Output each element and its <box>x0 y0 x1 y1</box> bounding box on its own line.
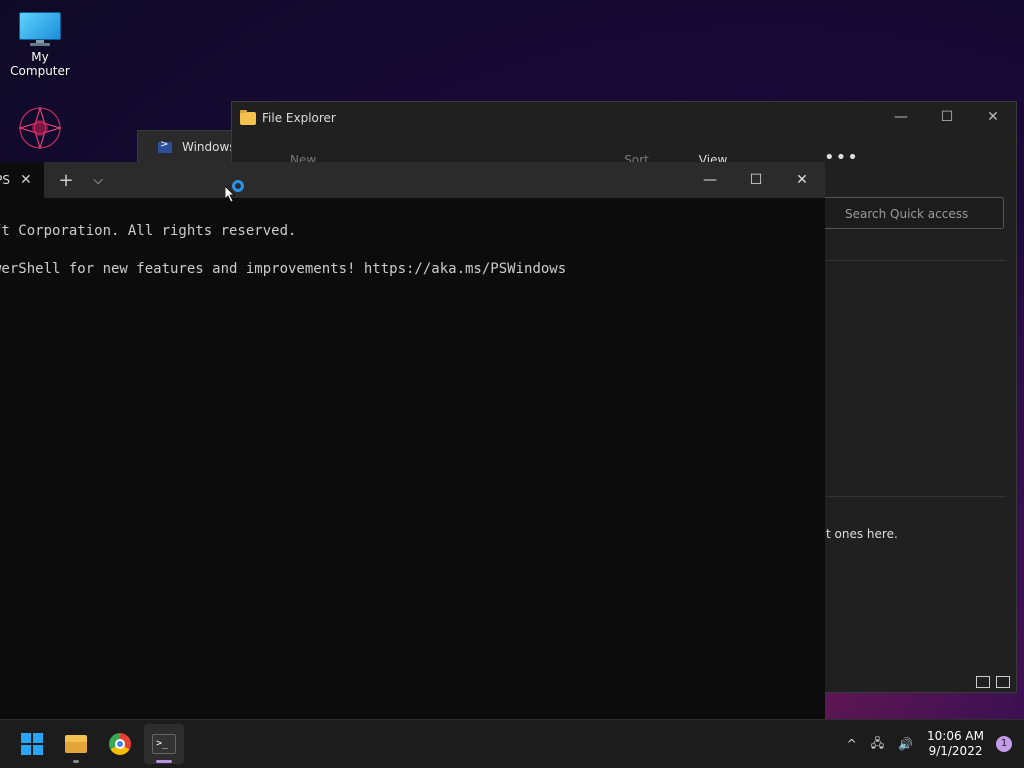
terminal-peek-label: Windows <box>182 140 236 154</box>
maximize-button[interactable]: ☐ <box>924 102 970 132</box>
powershell-icon <box>158 139 172 153</box>
notification-badge[interactable]: 1 <box>996 736 1012 752</box>
tab-label: PS <box>0 173 10 187</box>
active-indicator <box>156 760 172 763</box>
taskbar-terminal[interactable]: >_ <box>144 724 184 764</box>
desktop-icon-label: My Computer <box>10 50 70 78</box>
folder-icon <box>240 109 256 125</box>
windows-logo-icon <box>21 733 43 755</box>
details-view-icon[interactable] <box>976 676 990 688</box>
more-options-button[interactable]: ••• <box>824 147 859 168</box>
divider <box>826 260 1006 261</box>
folder-icon <box>65 735 87 753</box>
tiles-view-icon[interactable] <box>996 676 1010 688</box>
dropdown-icon[interactable]: ⌵ <box>86 173 110 188</box>
system-tray: ^ 🖧 🔊 10:06 AM 9/1/2022 1 <box>847 720 1024 768</box>
mouse-pointer-icon <box>225 186 235 202</box>
volume-icon[interactable]: 🔊 <box>898 737 913 751</box>
taskbar-file-explorer[interactable] <box>56 724 96 764</box>
terminal-output[interactable]: ft Corporation. All rights reserved. wer… <box>0 198 825 299</box>
desktop-icon-my-computer[interactable]: My Computer <box>0 2 80 78</box>
maximize-button[interactable]: ☐ <box>733 162 779 198</box>
terminal-window[interactable]: PS ✕ + ⌵ — ☐ ✕ ft Corporation. All right… <box>0 162 825 720</box>
new-tab-button[interactable]: + <box>54 170 78 191</box>
fractal-icon <box>18 106 62 150</box>
terminal-line: ft Corporation. All rights reserved. <box>0 223 297 239</box>
chrome-icon <box>109 733 131 755</box>
terminal-tabbar[interactable]: PS ✕ + ⌵ — ☐ ✕ <box>0 162 825 198</box>
show-hidden-icons-chevron-icon[interactable]: ^ <box>847 737 857 751</box>
running-indicator <box>73 760 79 763</box>
desktop-icon-data[interactable] <box>0 104 80 152</box>
window-title: File Explorer <box>262 111 336 125</box>
divider <box>826 496 1006 497</box>
terminal-line: werShell for new features and improvemen… <box>0 261 567 277</box>
clock[interactable]: 10:06 AM 9/1/2022 <box>927 729 984 759</box>
close-tab-icon[interactable]: ✕ <box>20 172 32 188</box>
start-button[interactable] <box>12 724 52 764</box>
taskbar-chrome[interactable] <box>100 724 140 764</box>
network-icon[interactable]: 🖧 <box>871 734 884 755</box>
minimize-button[interactable]: — <box>878 102 924 132</box>
terminal-window-peek[interactable]: Windows <box>137 130 237 164</box>
taskbar: >_ ^ 🖧 🔊 10:06 AM 9/1/2022 1 <box>0 719 1024 768</box>
close-button[interactable]: ✕ <box>779 162 825 198</box>
terminal-tab[interactable]: PS ✕ <box>0 162 44 198</box>
clock-time: 10:06 AM <box>927 729 984 743</box>
terminal-icon: >_ <box>152 734 176 754</box>
close-button[interactable]: ✕ <box>970 102 1016 132</box>
computer-icon <box>19 12 61 46</box>
quick-access-hint: t ones here. <box>826 527 898 541</box>
search-input[interactable]: Search Quick access <box>822 197 1004 229</box>
minimize-button[interactable]: — <box>687 162 733 198</box>
clock-date: 9/1/2022 <box>928 744 983 758</box>
